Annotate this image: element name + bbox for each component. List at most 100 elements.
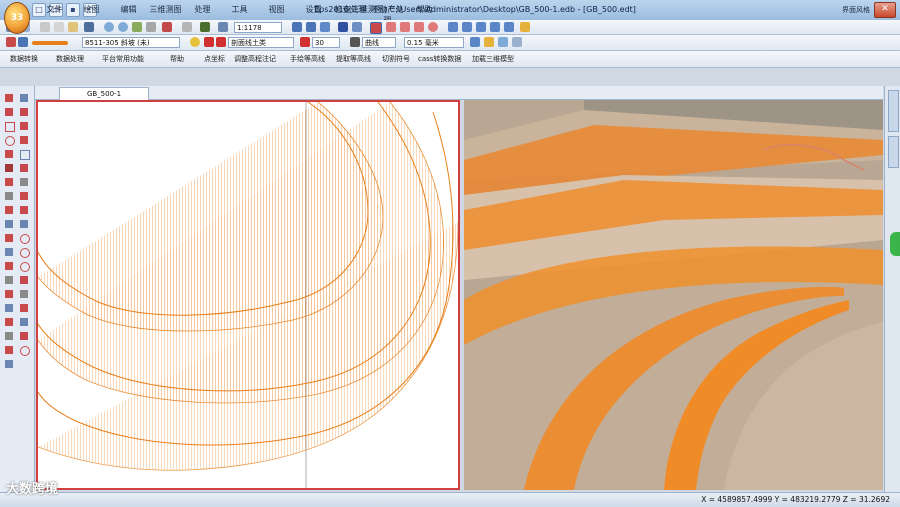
data-convert-menu[interactable]: 数据转换: [10, 54, 38, 64]
layer-icon[interactable]: [218, 22, 228, 32]
close-icon[interactable]: ✕: [874, 2, 896, 18]
style-label[interactable]: 界面风格: [842, 5, 870, 15]
snap-parallel-icon[interactable]: [20, 276, 28, 284]
snap-all-icon[interactable]: [20, 346, 30, 356]
snap-grid-icon[interactable]: [20, 290, 28, 298]
fillet-icon[interactable]: [5, 262, 13, 270]
view-3d-icon[interactable]: [306, 22, 316, 32]
erase-icon[interactable]: [5, 192, 13, 200]
move-icon[interactable]: [462, 22, 472, 32]
snap-mid-icon[interactable]: [20, 108, 28, 116]
snap-node-icon[interactable]: [20, 136, 28, 144]
snap-intersect-icon[interactable]: [20, 164, 28, 172]
style-icon[interactable]: [470, 37, 480, 47]
array-icon[interactable]: [5, 346, 13, 354]
table-icon[interactable]: [512, 37, 522, 47]
offset-icon[interactable]: [5, 248, 13, 256]
snap-polar-icon[interactable]: [20, 304, 28, 312]
snap-circle-icon[interactable]: [20, 234, 30, 244]
line-type-select[interactable]: 曲线: [362, 37, 396, 48]
load-3d-model-button[interactable]: 加载三维模型: [472, 54, 514, 64]
draw-contour-button[interactable]: 手绘等高线: [290, 54, 325, 64]
cut-symbol-button[interactable]: 切割符号: [382, 54, 410, 64]
print-icon[interactable]: [84, 22, 94, 32]
circle-icon[interactable]: [428, 22, 438, 32]
point-icon[interactable]: [5, 94, 13, 102]
break-icon[interactable]: [5, 206, 13, 214]
model-icon[interactable]: [338, 22, 348, 32]
area-icon[interactable]: [414, 22, 424, 32]
pan-icon[interactable]: [146, 22, 156, 32]
join-icon[interactable]: [5, 276, 13, 284]
app-logo[interactable]: 33: [4, 2, 30, 34]
properties-panel-tab[interactable]: [888, 90, 899, 132]
map-2d-view[interactable]: [36, 100, 460, 490]
copy-tool-icon[interactable]: [5, 304, 13, 312]
snap-ortho-icon[interactable]: [20, 318, 28, 326]
code-select[interactable]: 8511-305 斜坡 (未): [82, 37, 180, 48]
snap-perp-icon[interactable]: [20, 192, 28, 200]
snap-quad-icon[interactable]: [20, 150, 30, 160]
copy-icon[interactable]: [54, 22, 64, 32]
edit-node-icon[interactable]: [448, 22, 458, 32]
scale-select[interactable]: 1:1178: [234, 22, 282, 33]
split-icon[interactable]: [5, 290, 13, 298]
split-view-icon[interactable]: [320, 22, 330, 32]
scale-icon[interactable]: [490, 22, 500, 32]
line-width-select[interactable]: 0.15 毫米: [404, 37, 464, 48]
snap-end-icon[interactable]: [20, 94, 28, 102]
arc-icon[interactable]: [5, 150, 13, 158]
texture-icon[interactable]: [352, 22, 362, 32]
line-icon[interactable]: [5, 108, 13, 116]
zoom-in-icon[interactable]: [104, 22, 114, 32]
snap-center-icon[interactable]: [20, 122, 28, 130]
symbol-icon[interactable]: [484, 37, 494, 47]
pointer-icon[interactable]: [200, 22, 210, 32]
adjust-elevation-button[interactable]: 调整高程注记: [234, 54, 276, 64]
refresh-icon[interactable]: [162, 22, 172, 32]
polygon-icon[interactable]: [5, 136, 15, 146]
rotate-tool-icon[interactable]: [5, 332, 13, 340]
cut-icon[interactable]: [40, 22, 50, 32]
snap-near-icon[interactable]: [20, 220, 28, 228]
help-menu[interactable]: 帮助: [170, 54, 184, 64]
snap-tangent-icon[interactable]: [20, 206, 28, 214]
line-type-icon[interactable]: [350, 37, 360, 47]
snap-ext-icon[interactable]: [20, 178, 28, 186]
lock-icon[interactable]: [204, 37, 214, 47]
curve-icon[interactable]: [5, 164, 13, 172]
text-tool-icon[interactable]: [5, 178, 13, 186]
layer-select[interactable]: 剖面线土类: [228, 37, 294, 48]
code-icon[interactable]: [6, 37, 16, 47]
layers-panel-tab[interactable]: [888, 136, 899, 168]
extract-contour-button[interactable]: 提取等高线: [336, 54, 371, 64]
color-icon[interactable]: [216, 37, 226, 47]
snap-ellipse-icon[interactable]: [20, 262, 30, 272]
select-code-icon[interactable]: [18, 37, 28, 47]
move-tool-icon[interactable]: [5, 318, 13, 326]
view-2d-icon[interactable]: [292, 22, 302, 32]
model-3d-view[interactable]: [464, 100, 883, 490]
paste-icon[interactable]: [68, 22, 78, 32]
measure-icon[interactable]: [386, 22, 396, 32]
rect-icon[interactable]: [5, 122, 15, 132]
zoom-out-icon[interactable]: [118, 22, 128, 32]
tab-gb-500-1[interactable]: GB_500-1: [59, 87, 149, 100]
stretch-icon[interactable]: [5, 360, 13, 368]
snap-icon[interactable]: [370, 22, 382, 34]
extend-icon[interactable]: [5, 234, 13, 242]
attribute-icon[interactable]: [520, 22, 530, 32]
snap-track-icon[interactable]: [20, 332, 28, 340]
text-icon[interactable]: [498, 37, 508, 47]
side-float-button[interactable]: [890, 232, 900, 256]
color-swatch[interactable]: [300, 37, 310, 47]
previous-view-icon[interactable]: [182, 22, 192, 32]
zoom-window-icon[interactable]: [132, 22, 142, 32]
rotate-icon[interactable]: [476, 22, 486, 32]
trim-icon[interactable]: [5, 220, 13, 228]
snap-arc-icon[interactable]: [20, 248, 30, 258]
data-process-menu[interactable]: 数据处理: [56, 54, 84, 64]
width-select[interactable]: 30: [312, 37, 340, 48]
mirror-icon[interactable]: [504, 22, 514, 32]
point-coords-button[interactable]: 点坐标: [204, 54, 225, 64]
